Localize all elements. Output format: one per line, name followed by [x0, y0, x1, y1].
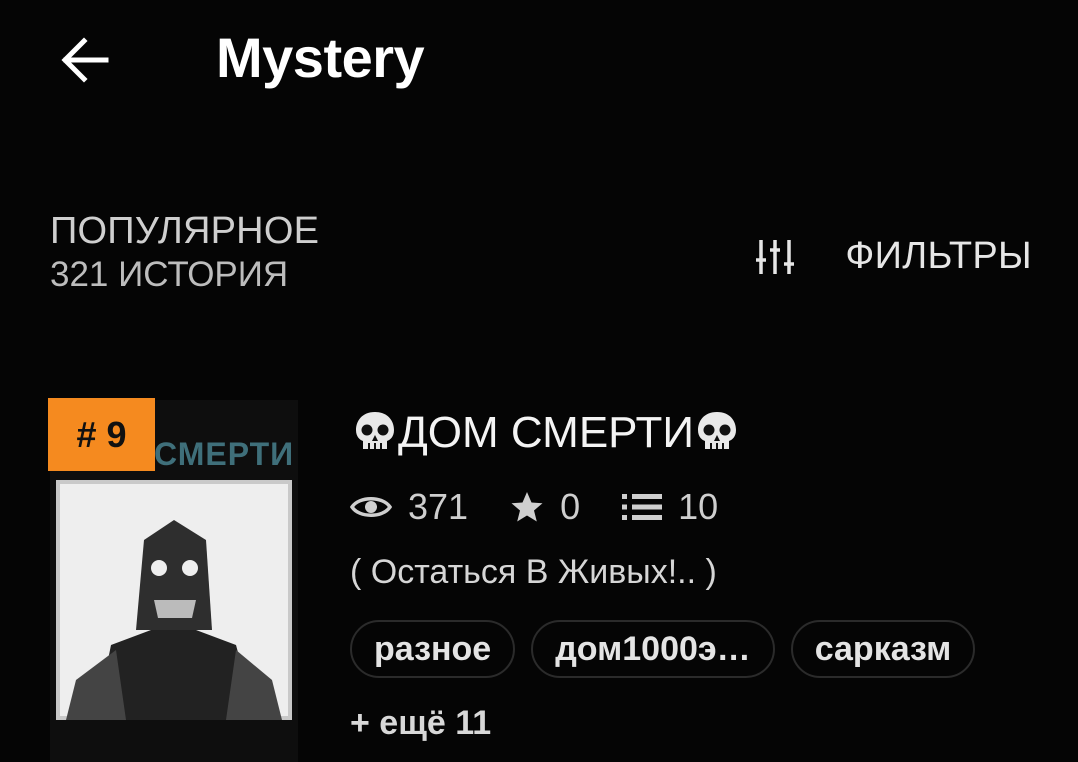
filters-button[interactable]: ФИЛЬТРЫ [755, 230, 1032, 282]
more-tags-link[interactable]: + ещё 11 [350, 704, 491, 743]
story-stats: 371 0 10 [350, 485, 760, 529]
views-count: 371 [408, 486, 469, 527]
section-header: ПОПУЛЯРНОЕ 321 ИСТОРИЯ [50, 208, 319, 296]
story-title[interactable]: ДОМ СМЕРТИ [352, 405, 740, 461]
cover-image [56, 480, 292, 720]
back-button[interactable] [52, 28, 116, 92]
star-icon [511, 492, 543, 522]
filters-label: ФИЛЬТРЫ [845, 234, 1032, 277]
story-count: 321 ИСТОРИЯ [50, 255, 289, 294]
parts-stat: 10 [622, 486, 718, 528]
tag-list: разное дом1000э… сарказм [350, 620, 991, 678]
arrow-left-icon [61, 37, 109, 83]
page-title: Mystery [216, 26, 425, 89]
section-title: ПОПУЛЯРНОЕ [50, 210, 320, 252]
tag-chip[interactable]: дом1000э… [531, 620, 775, 678]
skull-icon [352, 409, 398, 455]
cover-title-text: СМЕРТИ [154, 436, 295, 472]
rank-badge: # 9 [48, 398, 155, 471]
tag-chip[interactable]: сарказм [790, 620, 976, 678]
skull-icon [694, 409, 740, 455]
tag-chip[interactable]: разное [350, 620, 516, 678]
list-icon [622, 494, 663, 520]
top-bar: Mystery [0, 0, 1078, 130]
sliders-icon [756, 240, 795, 274]
eye-icon [350, 497, 392, 517]
story-description: ( Остаться В Живых!.. ) [350, 553, 717, 591]
story-title-text: ДОМ СМЕРТИ [398, 408, 695, 457]
votes-count: 0 [560, 486, 581, 527]
views-stat: 371 [350, 486, 468, 528]
parts-count: 10 [678, 486, 719, 527]
votes-stat: 0 [510, 486, 580, 528]
